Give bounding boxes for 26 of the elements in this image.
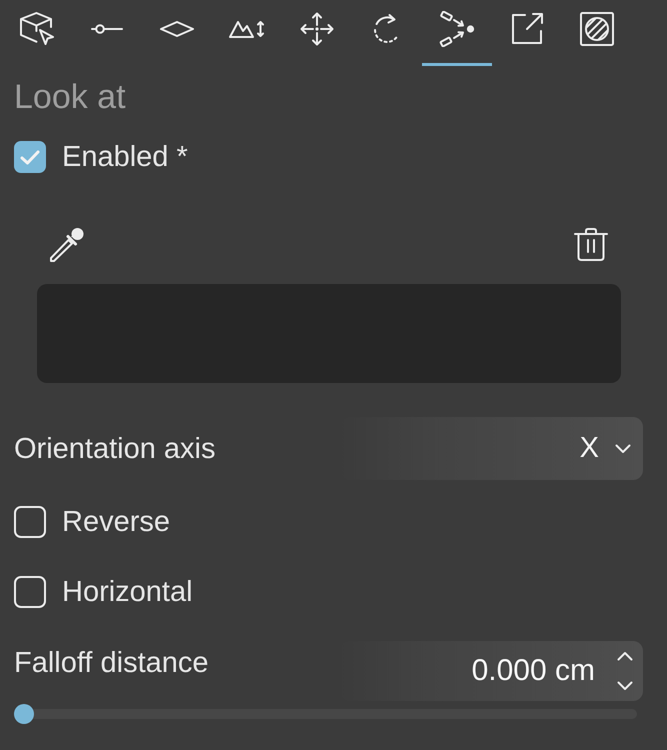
slider-track[interactable] bbox=[14, 704, 637, 724]
field-label: Orientation axis bbox=[14, 432, 216, 466]
arrows-to-dot-icon bbox=[438, 10, 476, 46]
circle-line-icon bbox=[91, 24, 123, 34]
section-title: Look at bbox=[14, 78, 126, 116]
slider-thumb[interactable] bbox=[14, 704, 34, 724]
move-icon bbox=[300, 12, 334, 46]
chevron-down-icon[interactable] bbox=[617, 681, 633, 691]
checkbox[interactable] bbox=[14, 576, 46, 608]
chevron-up-icon[interactable] bbox=[617, 651, 633, 661]
checkbox-label: Reverse bbox=[62, 505, 170, 539]
mountain-arrow-icon bbox=[229, 20, 265, 38]
check-icon bbox=[20, 150, 40, 164]
diamond-icon bbox=[160, 20, 194, 36]
checkbox[interactable] bbox=[14, 506, 46, 538]
eyedropper-button[interactable] bbox=[49, 226, 85, 262]
trash-icon bbox=[574, 228, 608, 260]
cube-cursor-icon bbox=[20, 12, 54, 45]
checkbox[interactable] bbox=[14, 141, 46, 173]
external-link-icon bbox=[510, 12, 544, 46]
field-label: Falloff distance bbox=[14, 646, 209, 680]
checkbox-label: Enabled * bbox=[62, 140, 188, 174]
chevron-down-icon bbox=[615, 444, 631, 454]
delete-button[interactable] bbox=[574, 228, 608, 260]
eyedropper-icon bbox=[49, 226, 85, 262]
checkbox-label: Horizontal bbox=[62, 575, 193, 609]
